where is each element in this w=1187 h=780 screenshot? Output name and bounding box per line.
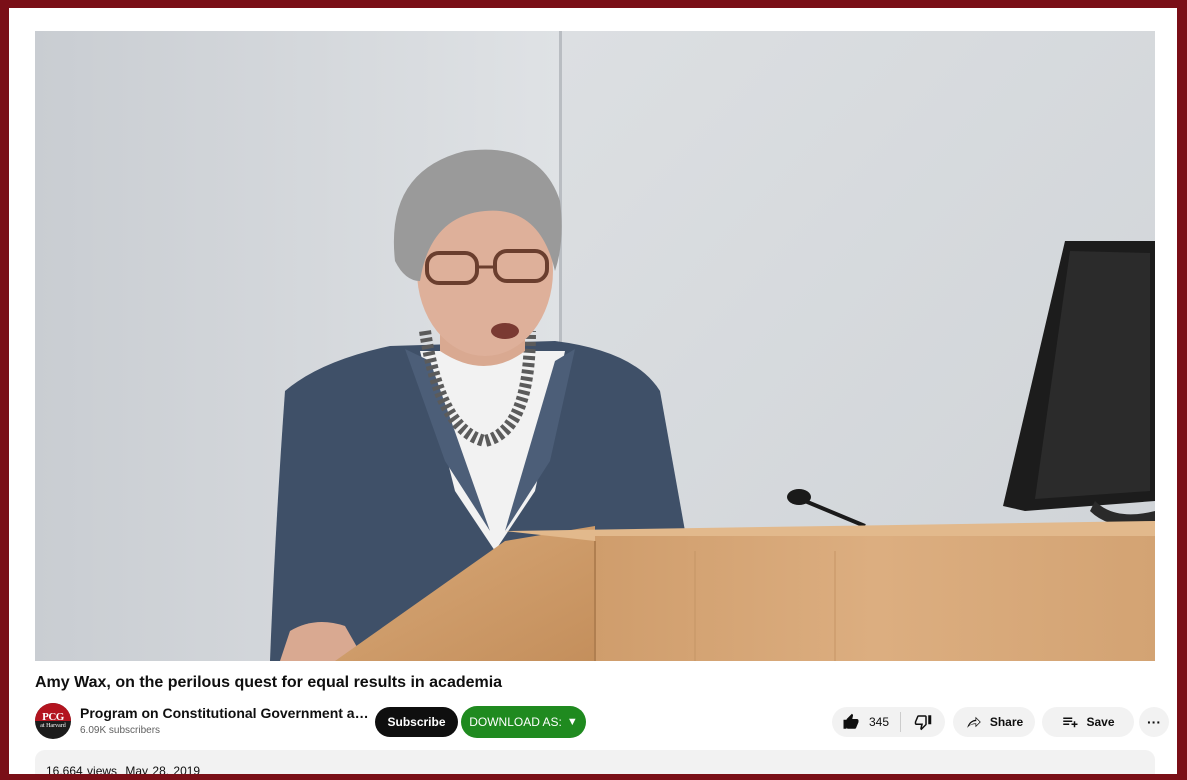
share-label: Share	[989, 715, 1024, 729]
dislike-button[interactable]	[900, 707, 945, 737]
save-label: Save	[1086, 715, 1115, 729]
thumbs-down-icon	[914, 715, 931, 731]
channel-row: PCG at Harvard Program on Constitutional…	[35, 703, 1169, 743]
like-button[interactable]: 345	[832, 707, 900, 737]
subscribe-button[interactable]: Subscribe	[375, 707, 458, 737]
more-actions-button[interactable]: ···	[1139, 707, 1169, 737]
channel-name[interactable]: Program on Constitutional Government at …	[80, 705, 370, 721]
thumbs-up-icon	[843, 713, 859, 729]
subscriber-count: 6.09K subscribers	[80, 725, 161, 736]
avatar-logo-text: PCG	[42, 711, 64, 723]
share-button[interactable]: Share	[953, 707, 1035, 737]
video-player[interactable]	[35, 31, 1155, 661]
video-frame	[35, 31, 1155, 661]
download-as-button[interactable]: DOWNLOAD AS: ▼	[461, 706, 586, 738]
upload-date: May 28, 2019	[125, 764, 201, 774]
channel-avatar[interactable]: PCG at Harvard	[35, 703, 71, 739]
video-title: Amy Wax, on the perilous quest for equal…	[35, 674, 503, 691]
view-count: 16,664 views	[46, 764, 118, 774]
avatar-logo-subtext: at Harvard	[40, 723, 66, 729]
like-dislike-group: 345	[832, 707, 945, 737]
save-button[interactable]: Save	[1042, 707, 1134, 737]
share-arrow-icon	[967, 716, 981, 728]
page-frame: Amy Wax, on the perilous quest for equal…	[9, 8, 1177, 774]
video-meta: 16,664 views May 28, 2019	[46, 764, 200, 774]
download-label: DOWNLOAD AS:	[469, 715, 562, 729]
description-box[interactable]: 16,664 views May 28, 2019	[35, 750, 1155, 774]
playlist-add-icon	[1063, 717, 1078, 728]
like-count: 345	[869, 715, 890, 729]
chevron-down-icon: ▼	[566, 716, 578, 728]
